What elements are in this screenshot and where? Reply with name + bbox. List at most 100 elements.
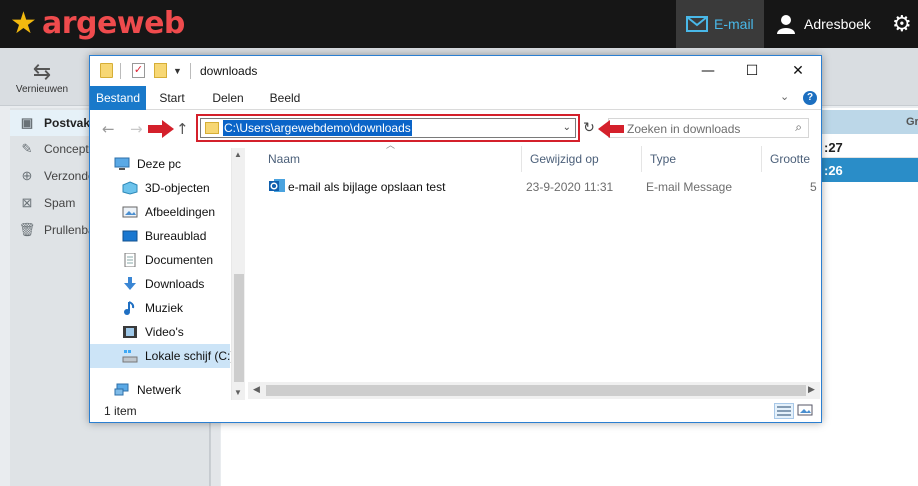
file-modified: 23-9-2020 11:31 [526,180,614,194]
nav-item-label: Lokale schijf (C:) [145,349,235,363]
up-arrow-icon[interactable]: ↑ [176,120,189,138]
dialog-title: downloads [200,64,258,78]
videos-icon [123,326,137,338]
argeweb-logo[interactable]: ★ argeweb [10,6,185,41]
search-placeholder: Zoeken in downloads [627,122,741,136]
nav-item-label: Netwerk [137,383,182,397]
file-list-horizontal-scrollbar[interactable]: ◀ ▶ [248,382,820,399]
message-time: :26 [824,163,843,178]
scroll-right-icon[interactable]: ▶ [808,384,815,395]
person-icon [777,15,795,34]
trash-icon: 🗑 [18,222,36,237]
maximize-button[interactable]: ☐ [730,56,774,86]
nav-item-label: Documenten [145,253,214,267]
file-name: e-mail als bijlage opslaan test [288,180,446,194]
nav-item-local-disk[interactable]: Lokale schijf (C:) [90,344,234,368]
tab-start[interactable]: Start [152,86,192,110]
nav-item-label: Downloads [145,277,205,291]
nav-item-music[interactable]: Muziek [90,296,230,320]
column-header-type[interactable]: Type [642,146,762,172]
outlook-message-icon [269,179,285,192]
file-list: ︿ Naam Gewijzigd op Type Grootte e-mail … [248,140,821,400]
folder-label: Spam [44,196,76,210]
tab-share[interactable]: Delen [206,86,250,110]
nav-item-this-pc[interactable]: Deze pc [90,152,230,176]
tab-file[interactable]: Bestand [90,86,146,110]
tab-view[interactable]: Beeld [264,86,306,110]
pictures-icon [122,206,138,218]
nav-item-label: Video's [145,325,184,339]
nav-item-label: Afbeeldingen [145,205,216,219]
desktop-icon [122,230,138,242]
scrollbar-thumb[interactable] [266,385,806,396]
dialog-titlebar[interactable]: ✓ ▼ downloads — ☐ ✕ [90,56,821,86]
nav-item-downloads[interactable]: Downloads [90,272,230,296]
sent-icon: ⊕ [21,168,33,183]
address-bar-row: ← → ↑ C:\Users\argewebdemo\downloads ⌄ ↻… [90,111,821,145]
address-field[interactable]: C:\Users\argewebdemo\downloads ⌄ [200,118,576,138]
envelope-icon [686,16,708,32]
column-header-name[interactable]: Naam [260,146,522,172]
nav-item-desktop[interactable]: Bureaublad [90,224,230,248]
expand-ribbon-icon[interactable]: ⌄ [780,90,789,103]
minimize-button[interactable]: — [686,56,730,86]
address-path[interactable]: C:\Users\argewebdemo\downloads [223,120,412,136]
nav-item-label: Muziek [145,301,184,315]
help-icon[interactable]: ? [803,91,817,105]
music-icon [124,301,135,315]
scroll-left-icon[interactable]: ◀ [253,384,260,395]
folder-icon [205,122,219,134]
thumbnail-icon [797,404,813,416]
item-count: 1 item [104,404,137,418]
search-icon[interactable]: ⌕ [795,120,802,135]
search-input[interactable]: Zoeken in downloads ⌕ [608,118,809,138]
documents-icon [124,253,136,267]
column-header-modified[interactable]: Gewijzigd op [522,146,642,172]
back-arrow-icon[interactable]: ← [102,120,115,138]
red-arrow-right-icon [148,120,174,138]
network-icon [114,383,129,396]
red-arrow-left-icon [598,120,624,138]
properties-icon[interactable]: ✓ [132,63,145,78]
nav-email-label: E-mail [714,16,754,32]
ribbon-tabs: Bestand Start Delen Beeld ⌄ ? [90,86,821,110]
nav-item-label: Bureaublad [145,229,207,243]
navigation-pane-scrollbar[interactable]: ▲ ▼ [231,148,245,400]
nav-item-3d-objects[interactable]: 3D-objecten [90,176,230,200]
logo-text: argeweb [42,6,185,41]
chevron-down-icon[interactable]: ▼ [173,63,185,79]
divider [190,63,191,79]
folder-icon [100,63,113,78]
column-header-size[interactable]: Grootte [762,146,821,172]
scrollbar-thumb[interactable] [234,274,244,382]
file-size: 5 [810,180,817,194]
details-view-icon[interactable] [774,403,794,419]
forward-arrow-icon[interactable]: → [130,120,143,138]
gear-icon[interactable]: ⚙ [892,12,916,36]
star-icon: ★ [10,6,37,40]
message-time: :27 [824,140,843,155]
refresh-icon[interactable]: ↻ [581,120,597,136]
column-header-size[interactable]: Gr [906,116,918,128]
scroll-up-icon[interactable]: ▲ [234,150,242,159]
navigation-pane: Deze pc 3D-objecten Afbeeldingen Bureaub… [90,148,246,400]
nav-email[interactable]: E-mail [676,0,764,48]
scroll-down-icon[interactable]: ▼ [234,388,242,397]
close-button[interactable]: ✕ [776,56,820,86]
nav-addressbook[interactable]: Adresboek [776,0,871,48]
nav-item-documents[interactable]: Documenten [90,248,230,272]
list-lines-icon [777,406,791,416]
refresh-button[interactable]: ⇆ Vernieuwen [10,60,74,96]
refresh-label: Vernieuwen [15,84,69,95]
3d-objects-icon [122,181,138,195]
file-row[interactable]: e-mail als bijlage opslaan test 23-9-202… [260,177,820,197]
new-folder-icon[interactable] [154,63,167,78]
nav-item-network[interactable]: Netwerk [90,378,230,402]
nav-item-pictures[interactable]: Afbeeldingen [90,200,230,224]
nav-addressbook-label: Adresboek [804,16,871,32]
chevron-down-icon[interactable]: ⌄ [563,119,571,137]
nav-item-label: Deze pc [137,157,182,171]
nav-item-videos[interactable]: Video's [90,320,230,344]
large-icons-view-icon[interactable] [796,403,816,419]
file-type: E-mail Message [646,180,733,194]
